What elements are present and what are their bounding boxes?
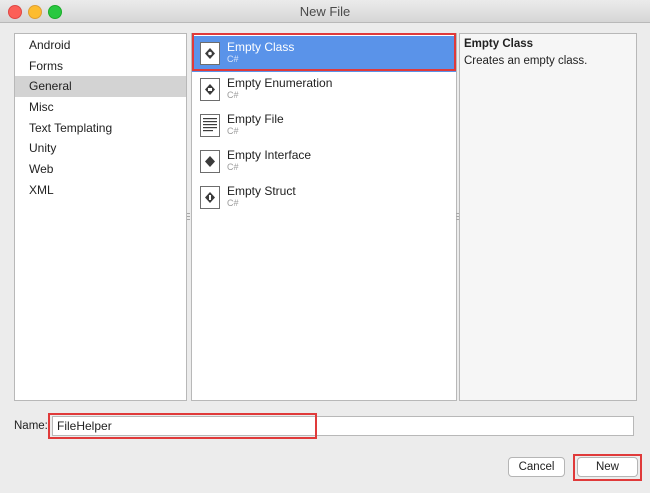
template-name: Empty Enumeration	[227, 76, 333, 90]
new-file-dialog: New File Android Forms General Misc Text…	[0, 0, 650, 493]
template-name: Empty Struct	[227, 184, 296, 198]
splitter-handle-left[interactable]	[187, 213, 190, 220]
category-item-general[interactable]: General	[15, 76, 186, 98]
template-language: C#	[227, 126, 239, 136]
cancel-button[interactable]: Cancel	[508, 457, 565, 477]
template-item-empty-interface[interactable]: Empty Interface C#	[192, 144, 456, 180]
interface-icon	[200, 150, 220, 173]
name-label: Name:	[14, 420, 48, 432]
category-list: Android Forms General Misc Text Templati…	[14, 33, 187, 401]
template-item-empty-class[interactable]: Empty Class C#	[192, 36, 456, 72]
category-item-misc[interactable]: Misc	[15, 97, 186, 118]
description-panel: Empty Class Creates an empty class.	[459, 33, 637, 401]
file-icon	[200, 114, 220, 137]
template-language: C#	[227, 198, 239, 208]
template-item-empty-struct[interactable]: Empty Struct C#	[192, 180, 456, 216]
category-item-xml[interactable]: XML	[15, 180, 186, 201]
category-item-web[interactable]: Web	[15, 159, 186, 180]
struct-icon	[200, 186, 220, 209]
window-title: New File	[299, 4, 351, 19]
category-item-text-templating[interactable]: Text Templating	[15, 118, 186, 139]
new-button[interactable]: New	[577, 457, 638, 477]
template-name: Empty Interface	[227, 148, 312, 162]
description-text: Creates an empty class.	[464, 55, 588, 67]
template-language: C#	[227, 90, 239, 100]
template-item-empty-file[interactable]: Empty File C#	[192, 108, 456, 144]
enumeration-icon	[200, 78, 220, 101]
template-item-empty-enumeration[interactable]: Empty Enumeration C#	[192, 72, 456, 108]
template-language: C#	[227, 162, 239, 172]
description-title: Empty Class	[464, 38, 534, 50]
category-item-unity[interactable]: Unity	[15, 138, 186, 159]
class-icon	[200, 42, 220, 65]
template-list: Empty Class C# Empty Enumeration C# Empt…	[191, 33, 457, 401]
template-language: C#	[227, 54, 239, 64]
template-name: Empty File	[227, 112, 284, 126]
category-item-forms[interactable]: Forms	[15, 56, 186, 77]
category-item-android[interactable]: Android	[15, 35, 186, 56]
title-bar: New File	[0, 0, 650, 23]
template-name: Empty Class	[227, 40, 295, 54]
file-name-input[interactable]	[52, 416, 634, 436]
